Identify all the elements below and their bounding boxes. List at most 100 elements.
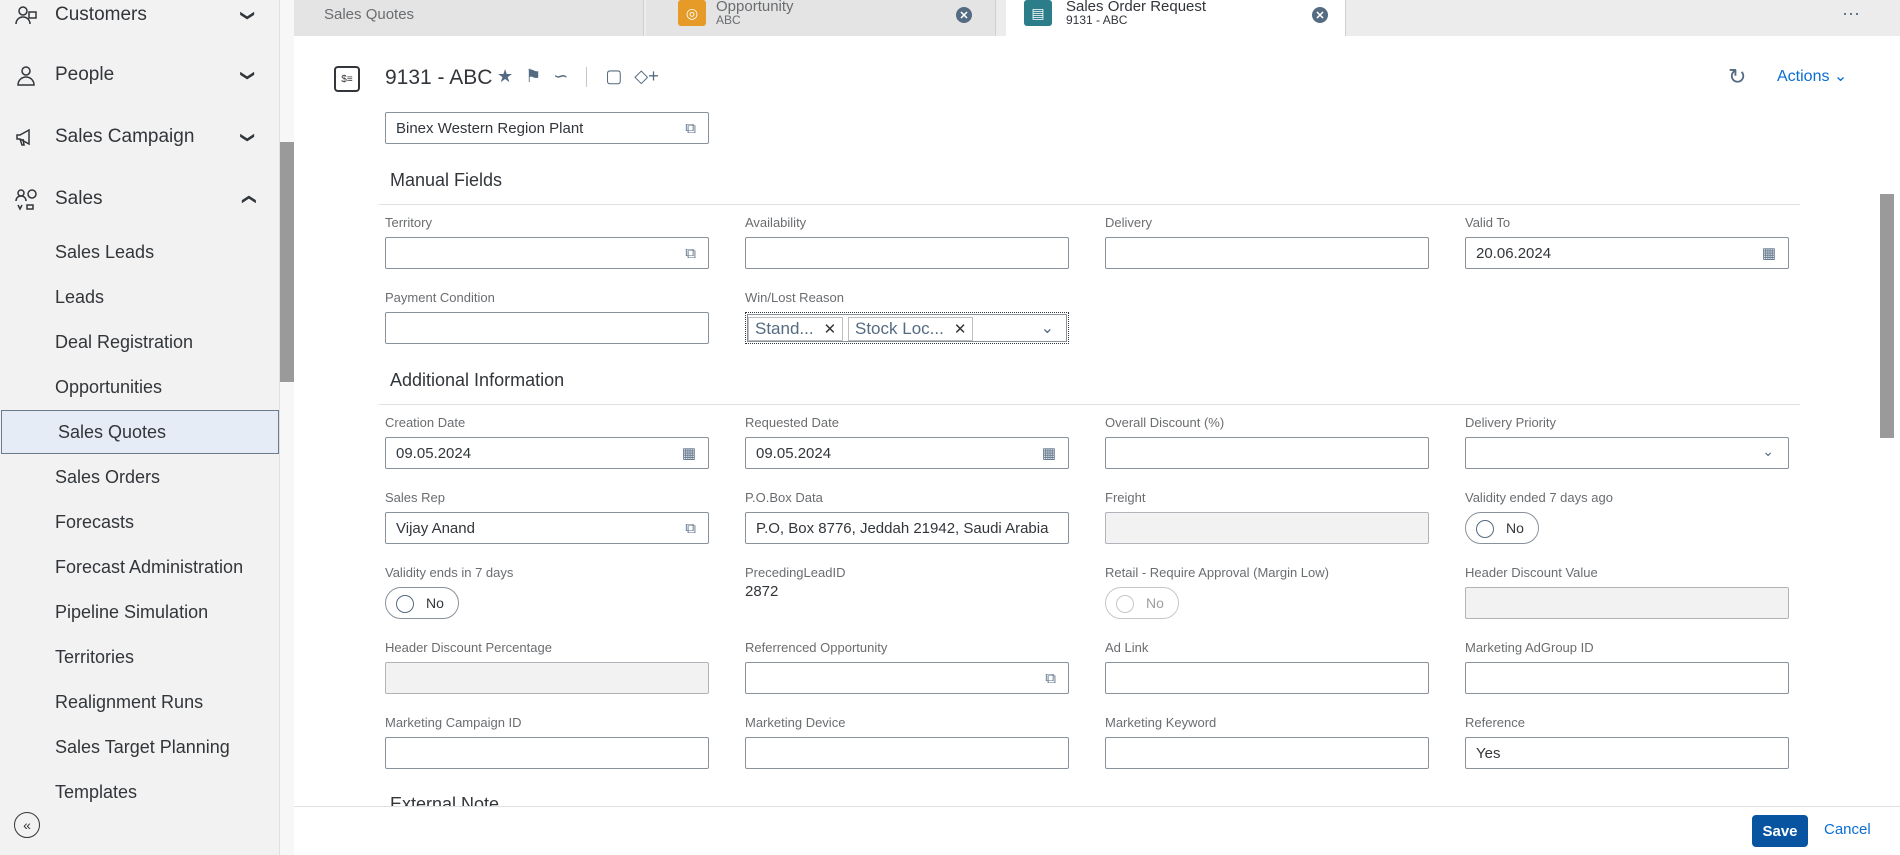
save-button[interactable]: Save: [1752, 815, 1808, 847]
chevron-up-icon[interactable]: ❯: [239, 193, 256, 205]
sidebar-item-territories[interactable]: Territories: [0, 635, 279, 679]
collapse-sidebar-icon[interactable]: «: [14, 812, 40, 838]
field-value: Binex Western Region Plant: [396, 119, 584, 137]
sales-order-icon: $≡: [334, 66, 360, 92]
campaign-field[interactable]: [385, 737, 709, 769]
delivery-field[interactable]: [1105, 237, 1429, 269]
winlost-reason-multicombobox[interactable]: Stand... ✕ Stock Loc... ✕ ⌄: [745, 312, 1069, 344]
close-tab-icon[interactable]: ✕: [956, 7, 972, 23]
freight-label: Freight: [1105, 490, 1146, 505]
chevron-down-icon[interactable]: ❯: [239, 9, 256, 21]
remove-token-icon[interactable]: ✕: [824, 320, 837, 338]
ad-link-label: Ad Link: [1105, 640, 1149, 655]
sidebar-item-sales-quotes[interactable]: Sales Quotes: [1, 410, 279, 454]
tab-sales-quotes[interactable]: Sales Quotes: [294, 0, 644, 36]
value-help-icon[interactable]: ⧉: [685, 520, 696, 537]
field-value: Vijay Anand: [396, 519, 475, 537]
header-discount-value-label: Header Discount Value: [1465, 565, 1598, 580]
chevron-down-icon[interactable]: ❯: [239, 69, 256, 81]
sidebar-item-opportunities[interactable]: Opportunities: [0, 365, 279, 409]
switch-label: No: [426, 595, 444, 611]
nav-group-sales-campaign[interactable]: Sales Campaign ❯: [0, 112, 270, 162]
chevron-down-icon[interactable]: ⌄: [1041, 318, 1054, 338]
delivery-label: Delivery: [1105, 215, 1152, 230]
delivery-priority-select[interactable]: ⌄: [1465, 437, 1789, 469]
validity-ended-label: Validity ended 7 days ago: [1465, 490, 1613, 505]
favorite-star-icon[interactable]: ★: [497, 66, 513, 87]
flag-icon[interactable]: ⚑: [525, 66, 541, 87]
comment-icon[interactable]: ▢: [605, 66, 622, 87]
calendar-icon[interactable]: ▦: [1042, 444, 1056, 462]
device-field[interactable]: [745, 737, 1069, 769]
nav-group-label: Customers: [55, 4, 147, 25]
freight-field: [1105, 512, 1429, 544]
territory-field[interactable]: ⧉: [385, 237, 709, 269]
remove-token-icon[interactable]: ✕: [954, 320, 967, 338]
more-tabs-icon[interactable]: ⋯: [1842, 4, 1861, 25]
calendar-icon[interactable]: ▦: [1762, 244, 1776, 262]
overall-discount-field[interactable]: [1105, 437, 1429, 469]
ship-from-field[interactable]: Binex Western Region Plant ⧉: [385, 112, 709, 144]
token[interactable]: Stock Loc... ✕: [848, 317, 974, 341]
app-root: Customers ❯ People ❯ Sales Campaign ❯ Sa…: [0, 0, 1900, 855]
section-title-additional: Additional Information: [390, 370, 565, 390]
token[interactable]: Stand... ✕: [748, 317, 844, 341]
cancel-button[interactable]: Cancel: [1824, 821, 1871, 838]
value-help-icon[interactable]: ⧉: [685, 120, 696, 137]
requested-date-label: Requested Date: [745, 415, 839, 430]
sidebar-item-leads[interactable]: Leads: [0, 275, 279, 319]
keyword-field[interactable]: [1105, 737, 1429, 769]
sidebar-item-sales-leads[interactable]: Sales Leads: [0, 230, 279, 274]
creation-date-field[interactable]: 09.05.2024 ▦: [385, 437, 709, 469]
payment-condition-field[interactable]: [385, 312, 709, 344]
field-value: Yes: [1476, 744, 1501, 762]
actions-button[interactable]: Actions ⌄: [1777, 66, 1847, 86]
sidebar-item-forecasts[interactable]: Forecasts: [0, 500, 279, 544]
sidebar-item-sales-target-planning[interactable]: Sales Target Planning: [0, 725, 279, 769]
reference-field[interactable]: Yes: [1465, 737, 1789, 769]
calendar-icon[interactable]: ▦: [682, 444, 696, 462]
availability-field[interactable]: [745, 237, 1069, 269]
sidebar-item-forecast-administration[interactable]: Forecast Administration: [0, 545, 279, 589]
valid-to-date-field[interactable]: 20.06.2024 ▦: [1465, 237, 1789, 269]
tab-opportunity[interactable]: ◎ Opportunity ABC ✕: [646, 0, 996, 36]
nav-group-label: People: [55, 64, 115, 85]
sidebar-item-pipeline-simulation[interactable]: Pipeline Simulation: [0, 590, 279, 634]
tab-sales-order-request[interactable]: ▤ Sales Order Request 9131 - ABC ✕: [1006, 0, 1346, 36]
value-help-icon[interactable]: ⧉: [1045, 670, 1056, 687]
ref-opportunity-field[interactable]: ⧉: [745, 662, 1069, 694]
sidebar-item-deal-registration[interactable]: Deal Registration: [0, 320, 279, 364]
sidebar-item-realignment-runs[interactable]: Realignment Runs: [0, 680, 279, 724]
switch-knob: [396, 595, 414, 613]
nav-group-sales[interactable]: Sales ❯: [0, 174, 270, 224]
main-scrollbar[interactable]: [1880, 194, 1894, 438]
ref-opportunity-label: Referrenced Opportunity: [745, 640, 888, 655]
device-label: Marketing Device: [745, 715, 846, 730]
chevron-down-icon[interactable]: ⌄: [1762, 443, 1774, 460]
chevron-down-icon[interactable]: ❯: [239, 131, 256, 143]
campaign-label: Marketing Campaign ID: [385, 715, 522, 730]
requested-date-field[interactable]: 09.05.2024 ▦: [745, 437, 1069, 469]
sales-rep-field[interactable]: Vijay Anand ⧉: [385, 512, 709, 544]
pobox-field[interactable]: P.O, Box 8776, Jeddah 21942, Saudi Arabi…: [745, 512, 1069, 544]
adgroup-field[interactable]: [1465, 662, 1789, 694]
customers-icon: [14, 3, 38, 27]
sidebar-item-templates[interactable]: Templates: [0, 770, 279, 814]
add-tag-icon[interactable]: ◇+: [634, 66, 658, 87]
follow-feed-icon[interactable]: ∽: [553, 66, 568, 87]
value-help-icon[interactable]: ⧉: [685, 245, 696, 262]
sidebar-item-sales-orders[interactable]: Sales Orders: [0, 455, 279, 499]
actions-label: Actions: [1777, 68, 1830, 85]
sidebar-scrollbar[interactable]: [280, 142, 294, 382]
sales-order-icon: ▤: [1024, 0, 1052, 26]
nav-group-customers[interactable]: Customers ❯: [0, 0, 270, 40]
nav-group-people[interactable]: People ❯: [0, 50, 270, 100]
validity-ends-switch[interactable]: No: [385, 587, 459, 619]
validity-ended-switch[interactable]: No: [1465, 512, 1539, 544]
header-toolbar: ★ ⚑ ∽ ▢ ◇+: [497, 66, 659, 87]
ad-link-field[interactable]: [1105, 662, 1429, 694]
token-label: Stand...: [755, 319, 814, 338]
close-tab-icon[interactable]: ✕: [1312, 7, 1328, 23]
tab-title: Sales Quotes: [324, 6, 415, 23]
refresh-icon[interactable]: ↻: [1728, 64, 1746, 90]
